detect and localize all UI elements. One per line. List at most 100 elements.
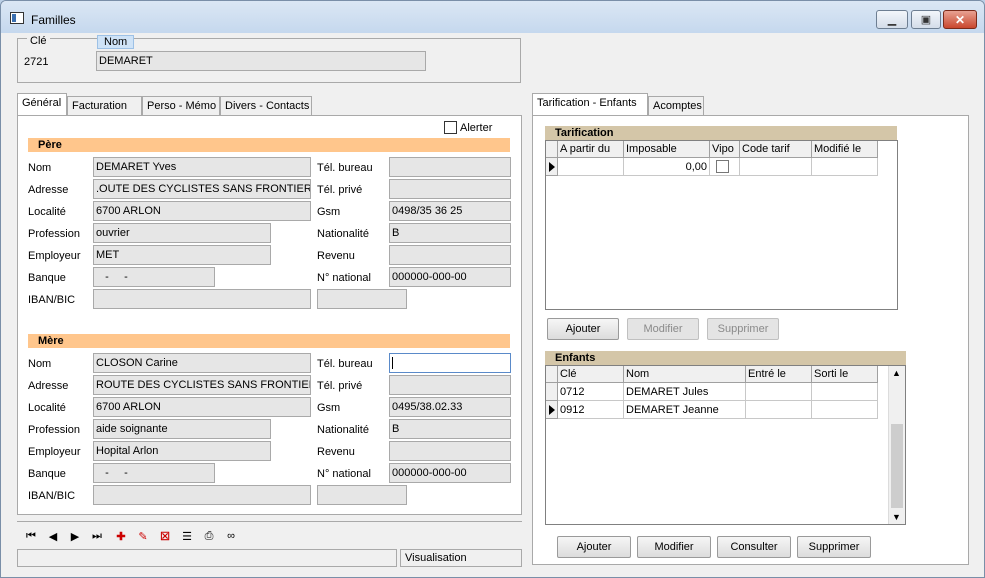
tab-perso-memo[interactable]: Perso - Mémo	[142, 96, 220, 115]
mere-tel-bureau-field[interactable]	[389, 353, 511, 373]
first-icon[interactable]: ⏮	[23, 528, 39, 544]
enfants-consulter-button[interactable]: Consulter	[717, 536, 791, 558]
scroll-thumb[interactable]	[891, 424, 903, 508]
scroll-down-icon[interactable]: ▼	[892, 512, 901, 522]
col-sorti-le[interactable]: Sorti le	[812, 366, 878, 383]
delete-record-icon[interactable]: ☒	[157, 528, 173, 544]
tarif-a-partir-cell[interactable]	[558, 158, 624, 176]
vipo-checkbox[interactable]	[716, 160, 729, 173]
close-button[interactable]: ✕	[943, 10, 977, 29]
tarif-code-cell[interactable]	[740, 158, 812, 176]
edit-record-icon[interactable]: ✎	[135, 528, 151, 544]
pere-gsm-label: Gsm	[317, 206, 341, 218]
col-vipo[interactable]: Vipo	[710, 141, 740, 158]
tarif-modifier-button[interactable]: Modifier	[627, 318, 699, 340]
tab-general[interactable]: Général	[17, 93, 67, 115]
mere-banque-field[interactable]: - -	[93, 463, 215, 483]
tarif-imposable-cell[interactable]: 0,00	[624, 158, 710, 176]
alerter-checkbox[interactable]	[444, 121, 457, 134]
mere-nationalite-field[interactable]: B	[389, 419, 511, 439]
navigator-toolbar: ⏮ ◀ ▶ ⏭ ✚ ✎ ☒ ☰ ⎙ ∞	[17, 521, 522, 549]
col-cle[interactable]: Clé	[558, 366, 624, 383]
tab-facturation[interactable]: Facturation	[67, 96, 142, 115]
add-record-icon[interactable]: ✚	[113, 528, 129, 544]
pere-tel-bureau-label: Tél. bureau	[317, 162, 373, 174]
scroll-up-icon[interactable]: ▲	[892, 368, 901, 378]
col-modifie-le[interactable]: Modifié le	[812, 141, 878, 158]
tarif-vipo-cell[interactable]	[710, 158, 740, 176]
mere-gsm-field[interactable]: 0495/38.02.33	[389, 397, 511, 417]
table-row[interactable]	[812, 383, 878, 401]
col-a-partir-du[interactable]: A partir du	[558, 141, 624, 158]
prev-icon[interactable]: ◀	[45, 528, 61, 544]
table-row[interactable]	[746, 383, 812, 401]
pere-tel-prive-label: Tél. privé	[317, 184, 363, 196]
mere-localite-label: Localité	[28, 402, 66, 414]
col-code-tarif[interactable]: Code tarif	[740, 141, 812, 158]
pere-nom-field[interactable]: DEMARET Yves	[93, 157, 311, 177]
pere-employeur-field[interactable]: MET	[93, 245, 271, 265]
enfants-grid: Clé Nom Entré le Sorti le 0712 DEMARET J…	[545, 365, 906, 525]
status-mode: Visualisation	[400, 549, 522, 567]
tab-acomptes[interactable]: Acomptes	[648, 96, 704, 115]
nom-label: Nom	[97, 35, 135, 49]
tab-divers-contacts[interactable]: Divers - Contacts	[220, 96, 312, 115]
maximize-button[interactable]: ▣	[911, 10, 941, 29]
mere-revenu-field[interactable]	[389, 441, 511, 461]
enfants-scrollbar[interactable]: ▲ ▼	[888, 366, 905, 524]
pere-tel-prive-field[interactable]	[389, 179, 511, 199]
status-left	[17, 549, 397, 567]
enfants-modifier-button[interactable]: Modifier	[637, 536, 711, 558]
mere-adresse-field[interactable]: ROUTE DES CYCLISTES SANS FRONTIERE 1	[93, 375, 311, 395]
tarification-grid: A partir du Imposable Vipo Code tarif Mo…	[545, 140, 898, 310]
nom-field[interactable]: DEMARET	[96, 51, 426, 71]
mere-nom-label: Nom	[28, 358, 52, 370]
mere-tel-prive-field[interactable]	[389, 375, 511, 395]
mere-profession-field[interactable]: aide soignante	[93, 419, 271, 439]
mere-employeur-field[interactable]: Hopital Arlon	[93, 441, 271, 461]
current-row-arrow-icon	[549, 405, 555, 415]
pere-banque-field[interactable]: - -	[93, 267, 215, 287]
table-row[interactable]: DEMARET Jules	[624, 383, 746, 401]
minimize-button[interactable]: ▁	[876, 10, 908, 29]
next-icon[interactable]: ▶	[67, 528, 83, 544]
list-icon[interactable]: ☰	[179, 528, 195, 544]
last-icon[interactable]: ⏭	[89, 528, 105, 544]
table-row[interactable]: 0912	[558, 401, 624, 419]
pere-gsm-field[interactable]: 0498/35 36 25	[389, 201, 511, 221]
mere-bic-field[interactable]	[317, 485, 407, 505]
enfants-supprimer-button[interactable]: Supprimer	[797, 536, 871, 558]
pere-adresse-field[interactable]: .OUTE DES CYCLISTES SANS FRONTIERE 12	[93, 179, 311, 199]
pere-localite-field[interactable]: 6700 ARLON	[93, 201, 311, 221]
tarif-ajouter-button[interactable]: Ajouter	[547, 318, 619, 340]
pere-nationalite-field[interactable]: B	[389, 223, 511, 243]
mere-national-field[interactable]: 000000-000-00	[389, 463, 511, 483]
col-imposable[interactable]: Imposable	[624, 141, 710, 158]
enfants-ajouter-button[interactable]: Ajouter	[557, 536, 631, 558]
tarif-modifie-cell[interactable]	[812, 158, 878, 176]
pere-profession-field[interactable]: ouvrier	[93, 223, 271, 243]
table-row[interactable]	[746, 401, 812, 419]
print-icon[interactable]: ⎙	[201, 528, 217, 544]
tarif-supprimer-button[interactable]: Supprimer	[707, 318, 779, 340]
pere-tel-bureau-field[interactable]	[389, 157, 511, 177]
pere-national-field[interactable]: 000000-000-00	[389, 267, 511, 287]
mere-localite-field[interactable]: 6700 ARLON	[93, 397, 311, 417]
table-row[interactable]: 0712	[558, 383, 624, 401]
maximize-icon: ▣	[920, 14, 932, 26]
search-icon[interactable]: ∞	[223, 528, 239, 544]
table-row[interactable]	[812, 401, 878, 419]
mere-adresse-label: Adresse	[28, 380, 69, 392]
table-row[interactable]: DEMARET Jeanne	[624, 401, 746, 419]
cle-label: Clé	[27, 35, 50, 47]
pere-nationalite-label: Nationalité	[317, 228, 369, 240]
col-entre-le[interactable]: Entré le	[746, 366, 812, 383]
mere-nom-field[interactable]: CLOSON Carine	[93, 353, 311, 373]
text-cursor	[392, 357, 393, 370]
tab-tarification-enfants[interactable]: Tarification - Enfants	[532, 93, 648, 115]
mere-iban-field[interactable]	[93, 485, 311, 505]
pere-revenu-field[interactable]	[389, 245, 511, 265]
pere-bic-field[interactable]	[317, 289, 407, 309]
col-nom[interactable]: Nom	[624, 366, 746, 383]
pere-iban-field[interactable]	[93, 289, 311, 309]
